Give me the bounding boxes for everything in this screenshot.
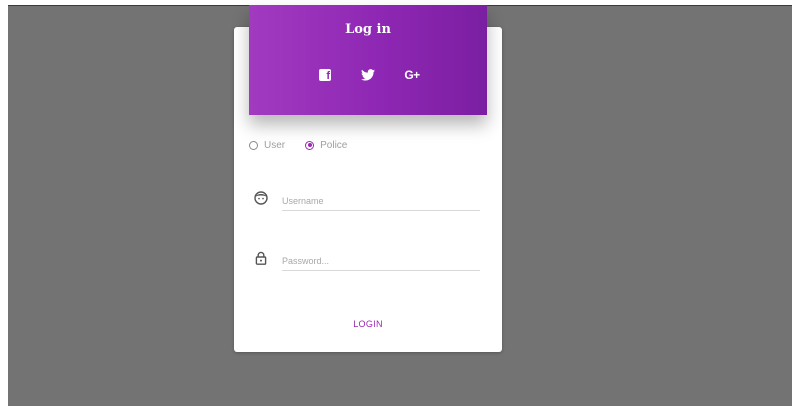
login-title: Log in: [345, 22, 391, 37]
username-input[interactable]: [282, 191, 480, 211]
role-selector: User Police: [249, 138, 347, 152]
user-radio-label: User: [264, 139, 286, 151]
role-option-user[interactable]: User: [249, 140, 285, 151]
password-field: [254, 249, 482, 273]
user-face-icon: [254, 191, 268, 205]
police-radio[interactable]: [305, 140, 315, 150]
google-plus-login-button[interactable]: G+: [401, 67, 423, 83]
password-input[interactable]: [282, 251, 480, 271]
facebook-icon: f: [319, 69, 331, 82]
police-radio-label: Police: [320, 139, 348, 151]
login-card-header: Log in f G+: [249, 5, 487, 115]
user-radio[interactable]: [249, 140, 258, 150]
facebook-login-button[interactable]: f: [318, 67, 332, 83]
social-login-row: f G+: [249, 67, 487, 83]
login-button[interactable]: LOGIN: [334, 314, 402, 334]
role-option-police[interactable]: Police: [305, 140, 347, 151]
twitter-login-button[interactable]: [360, 67, 376, 83]
google-plus-icon: G+: [404, 68, 420, 82]
username-field: [254, 189, 482, 213]
lock-icon: [255, 251, 267, 265]
twitter-icon: [361, 69, 375, 81]
